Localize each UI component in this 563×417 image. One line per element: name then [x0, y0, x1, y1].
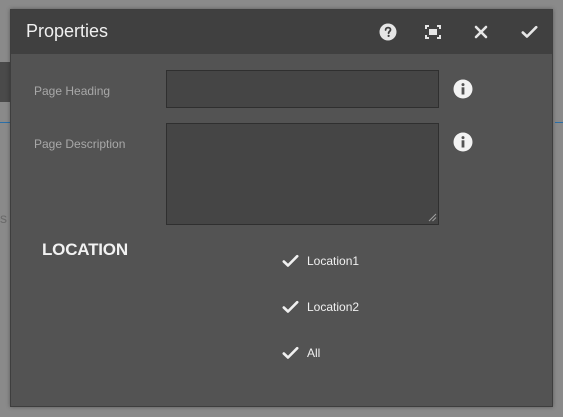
checkbox-label: All — [307, 346, 321, 360]
properties-dialog: Properties Page Heading Page Description… — [10, 9, 553, 407]
checkmark-icon — [281, 344, 299, 362]
page-heading-label: Page Heading — [34, 84, 111, 98]
resize-handle-icon[interactable] — [428, 213, 437, 222]
checkbox-label: Location1 — [307, 254, 360, 268]
checkbox-label: Location2 — [307, 300, 360, 314]
background-divider — [555, 122, 563, 123]
done-button[interactable] — [517, 20, 541, 44]
checkmark-icon — [281, 298, 299, 316]
help-icon — [379, 23, 397, 41]
location2-checkbox[interactable]: Location2 — [281, 297, 359, 317]
close-icon — [474, 25, 488, 39]
page-description-label: Page Description — [34, 137, 126, 151]
checkmark-icon — [521, 25, 537, 38]
fullscreen-icon — [425, 25, 441, 39]
info-icon[interactable] — [453, 79, 473, 99]
location-section-title: LOCATION — [42, 240, 128, 259]
fullscreen-button[interactable] — [421, 20, 445, 44]
info-icon[interactable] — [453, 132, 473, 152]
dialog-title: Properties — [26, 21, 109, 41]
background-divider — [0, 122, 10, 123]
background-text-fragment: s — [0, 210, 7, 226]
all-checkbox[interactable]: All — [281, 343, 320, 363]
location1-checkbox[interactable]: Location1 — [281, 251, 359, 271]
dialog-header: Properties — [11, 10, 552, 54]
checkmark-icon — [281, 252, 299, 270]
page-heading-input[interactable] — [166, 70, 439, 108]
page-description-textarea[interactable] — [166, 123, 439, 225]
help-button[interactable] — [376, 20, 400, 44]
close-button[interactable] — [469, 20, 493, 44]
